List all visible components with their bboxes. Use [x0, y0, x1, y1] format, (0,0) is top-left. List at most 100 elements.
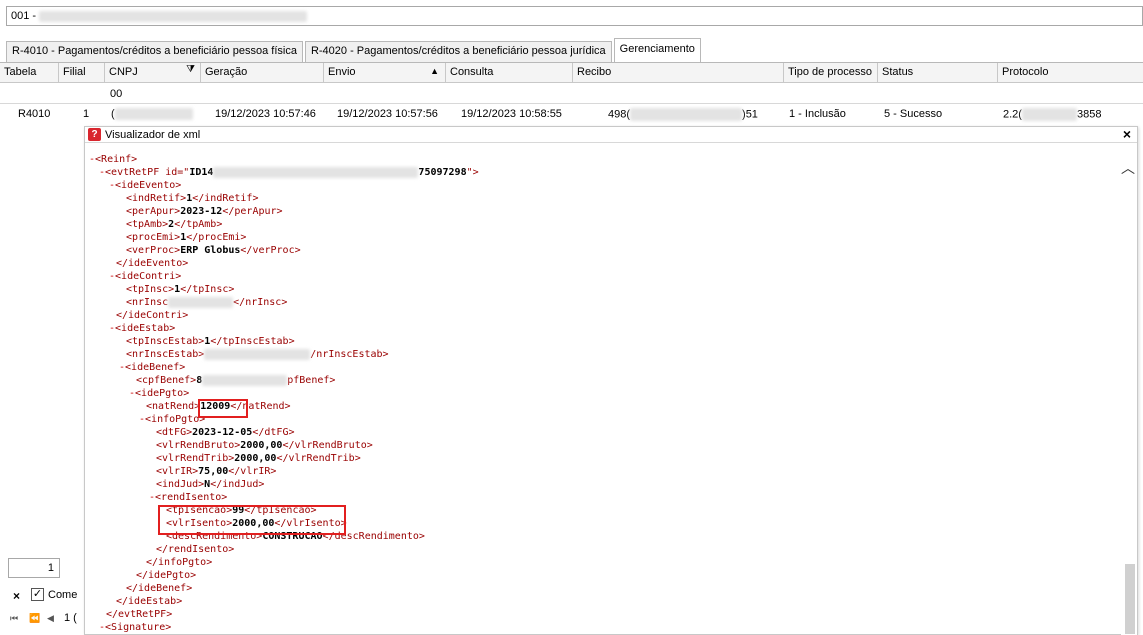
filter-icon[interactable]: ⧩	[186, 64, 195, 75]
xml-node-descrendimento: <descRendimento>CONSTRUCAO</descRendimen…	[166, 531, 425, 542]
xml-node-vlrrendbruto: <vlrRendBruto>2000,00</vlrRendBruto>	[156, 440, 373, 451]
table-row[interactable]: R4010 1 ( 19/12/2023 10:57:46 19/12/2023…	[0, 105, 1143, 125]
redacted-company-name	[39, 10, 308, 22]
xml-node-perapur: <perApur>2023-12</perApur>	[126, 206, 283, 217]
cell-recibo: 498( )51	[608, 108, 758, 121]
xml-node-natrend: <natRend>12009</natRend>	[146, 401, 291, 412]
protocolo-suffix: 3858	[1076, 108, 1102, 121]
previous-page-icon[interactable]: ◀	[47, 613, 54, 624]
cell-cnpj: (	[111, 108, 193, 121]
redacted-nrinscestab	[204, 348, 311, 360]
recibo-suffix: )51	[742, 108, 758, 121]
scroll-thumb[interactable]	[1125, 564, 1135, 634]
xml-node-tpinscestab: <tpInscEstab>1</tpInscEstab>	[126, 336, 295, 347]
xml-node-ideestab: -<ideEstab>	[109, 323, 176, 334]
col-header-filial[interactable]: Filial	[59, 63, 105, 83]
xml-viewer-titlebar: ? Visualizador de xml ×	[85, 126, 1137, 143]
xml-node-nrinsc: <nrInsc </nrInsc>	[126, 296, 288, 308]
xml-node-evtretpf-close: </evtRetPF>	[106, 609, 173, 620]
xml-node-rendisento-close: </rendIsento>	[156, 544, 235, 555]
redacted-protocolo	[1021, 108, 1077, 121]
xml-node-evtretpf: -<evtRetPF id="ID14 75097298">	[99, 166, 479, 178]
rewind-icon[interactable]: ⏪	[29, 613, 40, 624]
checkbox[interactable]: ✓	[31, 588, 44, 601]
xml-node-infopgto-close: </infoPgto>	[146, 557, 213, 568]
grid-header: Tabela Filial CNPJ ⧩ Geração Envio ▲ Con…	[0, 63, 1143, 83]
recibo-prefix: 498(	[608, 108, 631, 121]
xml-viewer-title: Visualizador de xml	[105, 129, 201, 141]
tab-r4020[interactable]: R-4020 - Pagamentos/créditos a beneficiá…	[304, 41, 612, 62]
page-counter: 1 (	[64, 612, 77, 624]
tab-bar: R-4010 - Pagamentos/créditos a beneficiá…	[6, 38, 703, 62]
xml-node-rendisento: -<rendIsento>	[149, 492, 228, 503]
redacted-cpf	[202, 374, 288, 386]
scroll-up-icon[interactable]: ︿	[1121, 158, 1135, 178]
xml-node-idecontri-close: </ideContri>	[116, 310, 189, 321]
xml-node-infopgto: -<infoPgto>	[139, 414, 206, 425]
company-code: 001 -	[11, 10, 37, 22]
cell-tabela: R4010	[18, 108, 51, 120]
filter-row[interactable]: 00	[0, 84, 1143, 104]
xml-node-ideevento-close: </ideEvento>	[116, 258, 189, 269]
cell-consulta: 19/12/2023 10:58:55	[461, 108, 562, 120]
checkbox-label: Come	[48, 589, 78, 601]
cell-status: 5 - Sucesso	[884, 108, 943, 120]
page-number-input[interactable]: 1	[8, 558, 60, 578]
clear-icon[interactable]: ×	[13, 589, 20, 603]
xml-node-tpamb: <tpAmb>2</tpAmb>	[126, 219, 223, 230]
col-header-recibo[interactable]: Recibo	[573, 63, 784, 83]
xml-node-procemi: <procEmi>1</procEmi>	[126, 232, 247, 243]
xml-node-indretif: <indRetif>1</indRetif>	[126, 193, 259, 204]
vertical-scrollbar[interactable]: ︿	[1121, 144, 1137, 635]
protocolo-prefix: 2.2(	[1003, 108, 1022, 121]
xml-node-idecontri: -<ideContri>	[109, 271, 182, 282]
xml-node-indjud: <indJud>N</indJud>	[156, 479, 265, 490]
xml-node-tpinsc: <tpInsc>1</tpInsc>	[126, 284, 235, 295]
cell-filial: 1	[83, 108, 90, 120]
col-header-protocolo[interactable]: Protocolo	[998, 63, 1143, 83]
col-header-tabela[interactable]: Tabela	[0, 63, 59, 83]
col-header-status[interactable]: Status	[878, 63, 998, 83]
xml-node-nrinscestab: <nrInscEstab>/nrInscEstab>	[126, 348, 389, 360]
xml-node-verproc: <verProc>ERP Globus</verProc>	[126, 245, 301, 256]
col-header-cnpj[interactable]: CNPJ ⧩	[105, 63, 201, 83]
xml-node-idepgto-close: </idePgto>	[136, 570, 197, 581]
xml-node-vlrrendtrib: <vlrRendTrib>2000,00</vlrRendTrib>	[156, 453, 361, 464]
redacted-event-id	[213, 166, 419, 178]
col-header-envio[interactable]: Envio ▲	[324, 63, 446, 83]
xml-node-idepgto: -<idePgto>	[129, 388, 190, 399]
redacted-recibo	[630, 108, 743, 121]
xml-node-dtfg: <dtFG>2023-12-05</dtFG>	[156, 427, 295, 438]
app-logo-icon: ?	[88, 128, 101, 141]
xml-node-reinf: -<Reinf>	[89, 154, 138, 165]
xml-node-ideestab-close: </ideEstab>	[116, 596, 183, 607]
cell-envio: 19/12/2023 10:57:56	[337, 108, 438, 120]
tab-r4010[interactable]: R-4010 - Pagamentos/créditos a beneficiá…	[6, 41, 303, 62]
first-page-icon[interactable]: ⏮	[10, 613, 18, 624]
xml-node-cpfbenef: <cpfBenef>8 pfBenef>	[136, 374, 336, 386]
xml-node-vlrir: <vlrIR>75,00</vlrIR>	[156, 466, 277, 477]
col-header-geracao[interactable]: Geração	[201, 63, 324, 83]
tab-gerenciamento[interactable]: Gerenciamento	[613, 38, 701, 62]
cell-geracao: 19/12/2023 10:57:46	[215, 108, 316, 120]
redacted-nrinsc	[168, 296, 234, 308]
grid-navigation-panel: 1 × ✓ Come ⏮ ⏪ ◀ 1 (	[0, 552, 84, 635]
xml-node-idebenef: -<ideBenef>	[119, 362, 186, 373]
xml-viewer-window: ? Visualizador de xml × ︿ -<Reinf> -<evt…	[84, 126, 1138, 635]
xml-node-ideevento: -<ideEvento>	[109, 180, 182, 191]
sort-ascending-icon: ▲	[430, 66, 439, 76]
redacted-cnpj	[114, 108, 193, 121]
cell-protocolo: 2.2( 3858	[1003, 108, 1101, 121]
cnpj-filter-value[interactable]: 00	[110, 88, 122, 100]
col-header-cnpj-label: CNPJ	[109, 66, 138, 78]
xml-node-signature: -<Signature>	[99, 622, 172, 633]
col-header-tipo-processo[interactable]: Tipo de processo	[784, 63, 878, 83]
xml-node-vlrisento: <vlrIsento>2000,00</vlrIsento>	[166, 518, 347, 529]
company-selector-field[interactable]: 001 -	[6, 6, 1143, 26]
xml-node-idebenef-close: </ideBenef>	[126, 583, 193, 594]
xml-tree: -<Reinf> -<evtRetPF id="ID14 75097298"> -…	[89, 153, 479, 634]
close-button[interactable]: ×	[1123, 126, 1131, 142]
col-header-envio-label: Envio	[328, 66, 356, 78]
col-header-consulta[interactable]: Consulta	[446, 63, 573, 83]
xml-node-tpisencao: <tpIsencao>99</tpIsencao>	[166, 505, 317, 516]
